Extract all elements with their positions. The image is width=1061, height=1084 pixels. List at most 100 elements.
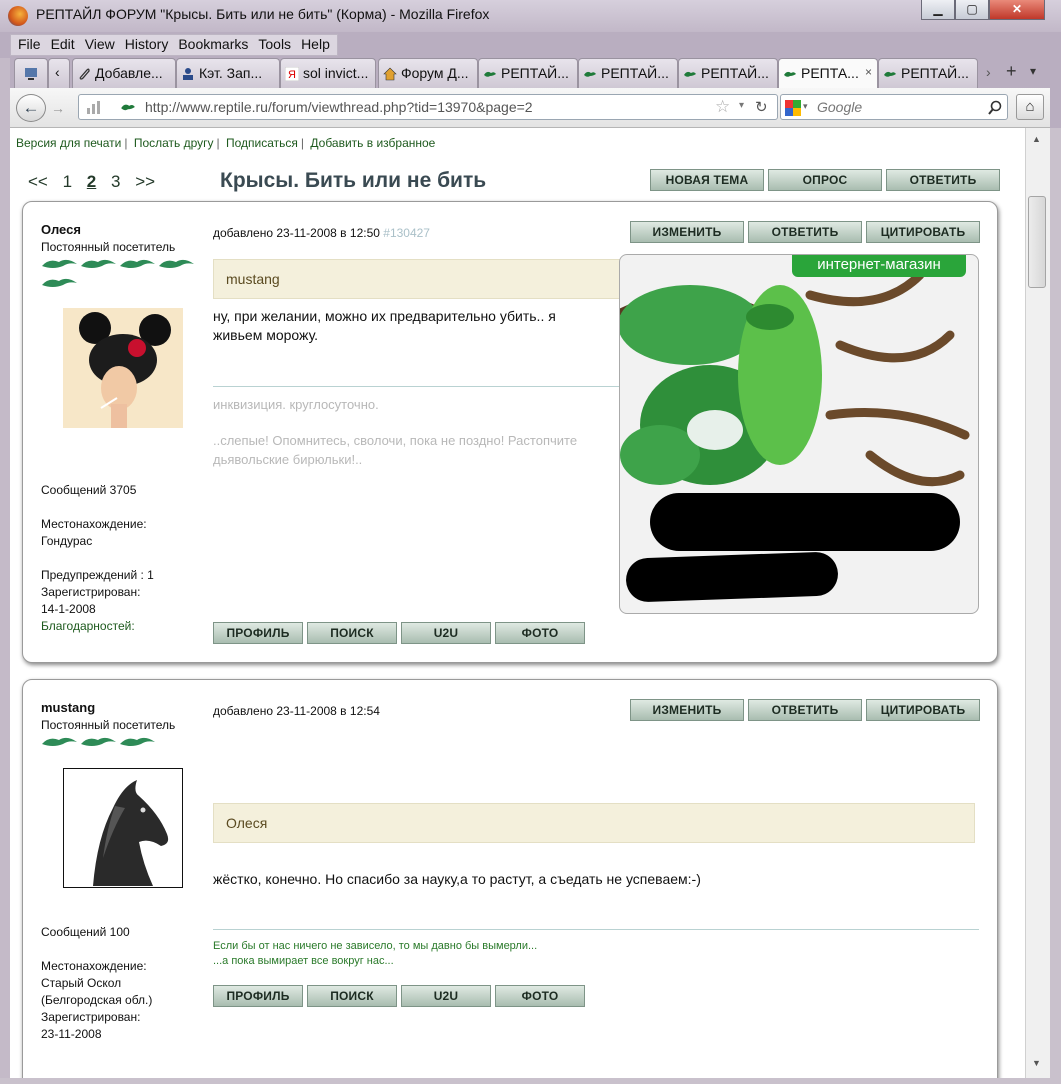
signature-line-2: ...а пока вымирает все вокруг нас...: [213, 955, 394, 967]
tab-2[interactable]: Кэт. Зап...: [176, 58, 280, 88]
add-favorites-link[interactable]: Добавить в избранное: [310, 136, 435, 150]
scrollbar-thumb[interactable]: [1028, 196, 1046, 288]
send-friend-link[interactable]: Послать другу: [134, 136, 214, 150]
tab-5[interactable]: РЕПТАЙ...: [478, 58, 578, 88]
user-registered-label: Зарегистрирован:: [41, 585, 141, 599]
u2u-button[interactable]: U2U: [401, 985, 491, 1007]
quote-post-button[interactable]: ЦИТИРОВАТЬ: [866, 221, 980, 243]
tab-bar: ‹ Добавле... Кэт. Зап... Я sol invict...…: [10, 58, 1050, 89]
post-author[interactable]: mustang: [41, 700, 95, 715]
ad-banner[interactable]: интернет-магазин: [619, 254, 979, 614]
pager-next[interactable]: >>: [135, 172, 155, 191]
rank-lizard-icon: [42, 737, 77, 746]
quote-post-button[interactable]: ЦИТИРОВАТЬ: [866, 699, 980, 721]
tab-4[interactable]: Форум Д...: [378, 58, 478, 88]
search-icon[interactable]: [987, 100, 1003, 116]
window-frame-right: [1050, 128, 1061, 1084]
pager-page-3[interactable]: 3: [111, 172, 120, 191]
user-rank: Постоянный посетитель: [41, 718, 176, 732]
minimize-button[interactable]: ▁: [921, 0, 955, 20]
yandex-icon: Я: [285, 67, 299, 81]
history-dropdown-icon[interactable]: ▾: [739, 100, 744, 111]
menu-bookmarks[interactable]: Bookmarks: [173, 35, 253, 55]
search-user-button[interactable]: ПОИСК: [307, 622, 397, 644]
profile-button[interactable]: ПРОФИЛЬ: [213, 985, 303, 1007]
edit-post-button[interactable]: ИЗМЕНИТЬ: [630, 699, 744, 721]
menu-file[interactable]: File: [13, 35, 46, 55]
menu-history[interactable]: History: [120, 35, 174, 55]
home-icon: [383, 67, 397, 81]
pager-prev[interactable]: <<: [28, 172, 48, 191]
search-placeholder: Google: [817, 99, 863, 115]
user-location: Гондурас: [41, 534, 93, 548]
user-location-label: Местонахождение:: [41, 959, 147, 973]
navigation-toolbar: ← → http://www.reptile.ru/forum/viewthre…: [10, 88, 1050, 128]
new-thread-button[interactable]: НОВАЯ ТЕМА: [650, 169, 764, 191]
redaction-scribble: [625, 551, 839, 603]
scroll-down-icon[interactable]: ▼: [1032, 1058, 1041, 1068]
post-author[interactable]: Олеся: [41, 222, 81, 237]
rank-lizard-icon: [120, 737, 155, 746]
post-text: ну, при желании, можно их предварительно…: [213, 308, 556, 343]
list-tabs-icon[interactable]: ▾: [1030, 64, 1036, 78]
url-bar[interactable]: http://www.reptile.ru/forum/viewthread.p…: [78, 94, 778, 120]
pager-page-1[interactable]: 1: [63, 172, 72, 191]
search-engine-dropdown-icon[interactable]: ▾: [803, 101, 808, 112]
search-user-button[interactable]: ПОИСК: [307, 985, 397, 1007]
u2u-button[interactable]: U2U: [401, 622, 491, 644]
photo-button[interactable]: ФОТО: [495, 622, 585, 644]
rank-lizard-icon: [120, 259, 155, 268]
post-permalink[interactable]: #130427: [383, 226, 430, 240]
tab-6[interactable]: РЕПТАЙ...: [578, 58, 678, 88]
menu-bar: File Edit View History Bookmarks Tools H…: [10, 34, 338, 56]
user-location: Старый Оскол: [41, 976, 122, 990]
photo-button[interactable]: ФОТО: [495, 985, 585, 1007]
window-frame-bottom: [0, 1078, 1061, 1084]
reply-post-button[interactable]: ОТВЕТИТЬ: [748, 699, 862, 721]
home-button[interactable]: ⌂: [1016, 94, 1044, 120]
post-date: добавлено 23-11-2008 в 12:50 #130427: [213, 226, 430, 240]
bookmark-star-icon[interactable]: ☆: [715, 97, 730, 117]
avatar[interactable]: [63, 768, 183, 888]
window-title: РЕПТАЙЛ ФОРУМ "Крысы. Бить или не бить" …: [36, 6, 490, 22]
tab-scroll-left-button[interactable]: ‹: [48, 58, 70, 88]
tab-3[interactable]: Я sol invict...: [280, 58, 376, 88]
user-post-count: Сообщений 100: [41, 925, 130, 939]
svg-text:Я: Я: [288, 69, 296, 81]
menu-help[interactable]: Help: [296, 35, 335, 55]
forward-button[interactable]: →: [46, 97, 70, 119]
tab-7[interactable]: РЕПТАЙ...: [678, 58, 778, 88]
search-box[interactable]: ▾ Google: [780, 94, 1008, 120]
profile-button[interactable]: ПРОФИЛЬ: [213, 622, 303, 644]
tab-scroll-right-icon[interactable]: ›: [986, 64, 991, 80]
quote-author: Олеся: [213, 803, 975, 843]
tab-groups-button[interactable]: [14, 58, 48, 88]
firefox-logo-icon: [8, 6, 28, 26]
reply-post-button[interactable]: ОТВЕТИТЬ: [748, 221, 862, 243]
poll-button[interactable]: ОПРОС: [768, 169, 882, 191]
edit-post-button[interactable]: ИЗМЕНИТЬ: [630, 221, 744, 243]
scroll-up-icon[interactable]: ▲: [1032, 134, 1041, 144]
tab-9[interactable]: РЕПТАЙ...: [878, 58, 978, 88]
reload-icon[interactable]: ↻: [755, 98, 768, 116]
menu-tools[interactable]: Tools: [253, 35, 296, 55]
tab-groups-icon: [25, 68, 37, 80]
user-post-count: Сообщений 3705: [41, 483, 137, 497]
tab-1[interactable]: Добавле...: [72, 58, 176, 88]
new-tab-icon[interactable]: +: [1006, 61, 1017, 82]
back-button[interactable]: ←: [16, 94, 46, 122]
tab-8-active[interactable]: РЕПТА... ×: [778, 58, 878, 89]
avatar[interactable]: [63, 308, 183, 428]
post-2: mustang Постоянный посетитель Сообщений …: [22, 679, 998, 1078]
close-tab-icon[interactable]: ×: [865, 65, 872, 79]
user-thanks-link[interactable]: Благодарностей:: [41, 619, 135, 633]
google-icon: [785, 100, 801, 116]
print-version-link[interactable]: Версия для печати: [16, 136, 121, 150]
reply-thread-button[interactable]: ОТВЕТИТЬ: [886, 169, 1000, 191]
menu-view[interactable]: View: [80, 35, 120, 55]
thread-tools-links: Версия для печати | Послать другу | Подпис…: [16, 136, 436, 150]
close-window-button[interactable]: ✕: [989, 0, 1045, 20]
maximize-button[interactable]: ▢: [955, 0, 989, 20]
menu-edit[interactable]: Edit: [46, 35, 80, 55]
subscribe-link[interactable]: Подписаться: [226, 136, 298, 150]
